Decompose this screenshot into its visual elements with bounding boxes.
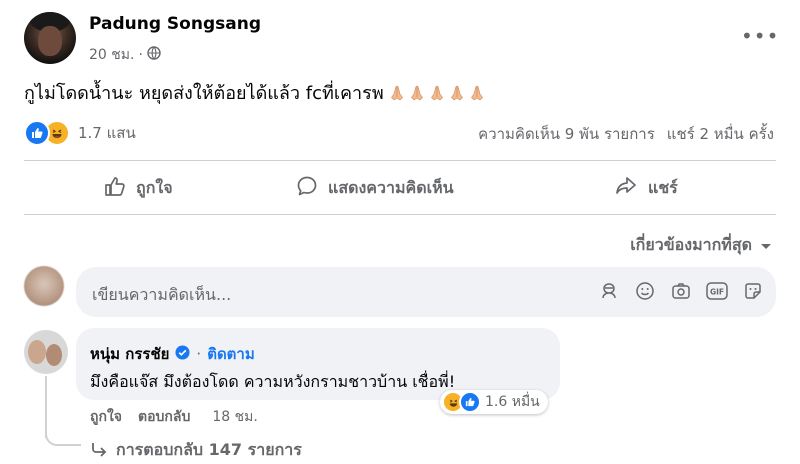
divider bbox=[24, 160, 776, 161]
folded-hands-emoji-group bbox=[386, 84, 486, 102]
post-stats: ความคิดเห็น 9 พัน รายการ แชร์ 2 หมื่น คร… bbox=[478, 122, 774, 146]
share-button[interactable]: แชร์ bbox=[614, 175, 678, 201]
svg-text:GIF: GIF bbox=[710, 288, 724, 297]
post-time[interactable]: 20 ชม. bbox=[89, 44, 134, 66]
folded-hands-emoji bbox=[448, 84, 466, 102]
emoji-icon[interactable] bbox=[634, 280, 656, 302]
comment-text: มึงคือแจ๊ส มึงต้องโดด ความหวังกรามชาวบ้า… bbox=[90, 372, 456, 391]
reaction-count: 1.7 แสน bbox=[78, 124, 136, 142]
avatar-sticker-icon[interactable] bbox=[598, 280, 620, 302]
view-replies-link[interactable]: การตอบกลับ 147 รายการ bbox=[90, 438, 302, 463]
sticker-icon[interactable] bbox=[742, 280, 764, 302]
thumbs-up-icon bbox=[104, 175, 126, 201]
folded-hands-emoji bbox=[428, 84, 446, 102]
comment-input-placeholder: เขียนความคิดเห็น... bbox=[92, 285, 232, 304]
replies-label: การตอบกลับ 147 รายการ bbox=[116, 440, 302, 459]
shares-count-link[interactable]: แชร์ 2 หมื่น ครั้ง bbox=[667, 122, 774, 146]
comment-actions: ถูกใจ ตอบกลับ 18 ชม. bbox=[90, 406, 258, 428]
folded-hands-emoji bbox=[468, 84, 486, 102]
like-reaction-icon bbox=[459, 391, 481, 413]
globe-icon bbox=[147, 46, 161, 64]
camera-icon[interactable] bbox=[670, 280, 692, 302]
like-reaction-icon bbox=[24, 120, 50, 146]
post-reactions[interactable]: 1.7 แสน bbox=[24, 120, 136, 146]
post-text: กูไม่โดดน้ำนะ หยุดส่งให้ต้อยได้แล้ว fcที… bbox=[24, 78, 486, 107]
comment-like-button[interactable]: ถูกใจ bbox=[90, 406, 122, 428]
name-separator: · bbox=[196, 345, 202, 363]
reply-arrow-icon bbox=[90, 441, 108, 461]
current-user-avatar[interactable] bbox=[24, 266, 64, 306]
composer-tools: GIF bbox=[598, 280, 764, 302]
comment-time[interactable]: 18 ชม. bbox=[212, 406, 257, 428]
meta-separator: · bbox=[138, 47, 143, 63]
more-options-icon[interactable]: ••• bbox=[741, 24, 779, 48]
commenter-avatar[interactable] bbox=[24, 330, 68, 374]
comment-reply-button[interactable]: ตอบกลับ bbox=[138, 406, 190, 428]
like-button[interactable]: ถูกใจ bbox=[104, 175, 173, 201]
thread-connector bbox=[45, 420, 81, 446]
comment-bubble-icon bbox=[296, 175, 318, 201]
sort-label: เกี่ยวข้องมากที่สุด bbox=[630, 235, 752, 254]
commenter-name[interactable]: หนุ่ม กรรชัย bbox=[90, 342, 169, 366]
share-arrow-icon bbox=[614, 175, 638, 201]
post-text-content: กูไม่โดดน้ำนะ หยุดส่งให้ต้อยได้แล้ว fcที… bbox=[24, 83, 384, 104]
like-label: ถูกใจ bbox=[136, 177, 173, 197]
comments-count-link[interactable]: ความคิดเห็น 9 พัน รายการ bbox=[478, 122, 655, 146]
post-meta: 20 ชม. · bbox=[89, 44, 161, 66]
folded-hands-emoji bbox=[408, 84, 426, 102]
author-avatar[interactable] bbox=[24, 12, 76, 64]
commenter-header: หนุ่ม กรรชัย · ติดตาม bbox=[90, 342, 255, 366]
caret-down-icon bbox=[760, 236, 772, 255]
verified-badge-icon bbox=[175, 344, 190, 364]
comment-button[interactable]: แสดงความคิดเห็น bbox=[296, 175, 454, 201]
divider bbox=[24, 214, 776, 215]
comment-label: แสดงความคิดเห็น bbox=[328, 177, 454, 197]
folded-hands-emoji bbox=[388, 84, 406, 102]
post-author-name[interactable]: Padung Songsang bbox=[89, 14, 261, 34]
comment-reaction-count: 1.6 หมื่น bbox=[485, 394, 540, 410]
comment-sort-dropdown[interactable]: เกี่ยวข้องมากที่สุด bbox=[630, 233, 772, 258]
share-label: แชร์ bbox=[648, 177, 678, 197]
follow-link[interactable]: ติดตาม bbox=[207, 342, 255, 366]
comment-reactions[interactable]: 1.6 หมื่น bbox=[440, 390, 548, 414]
gif-icon[interactable]: GIF bbox=[706, 280, 728, 302]
